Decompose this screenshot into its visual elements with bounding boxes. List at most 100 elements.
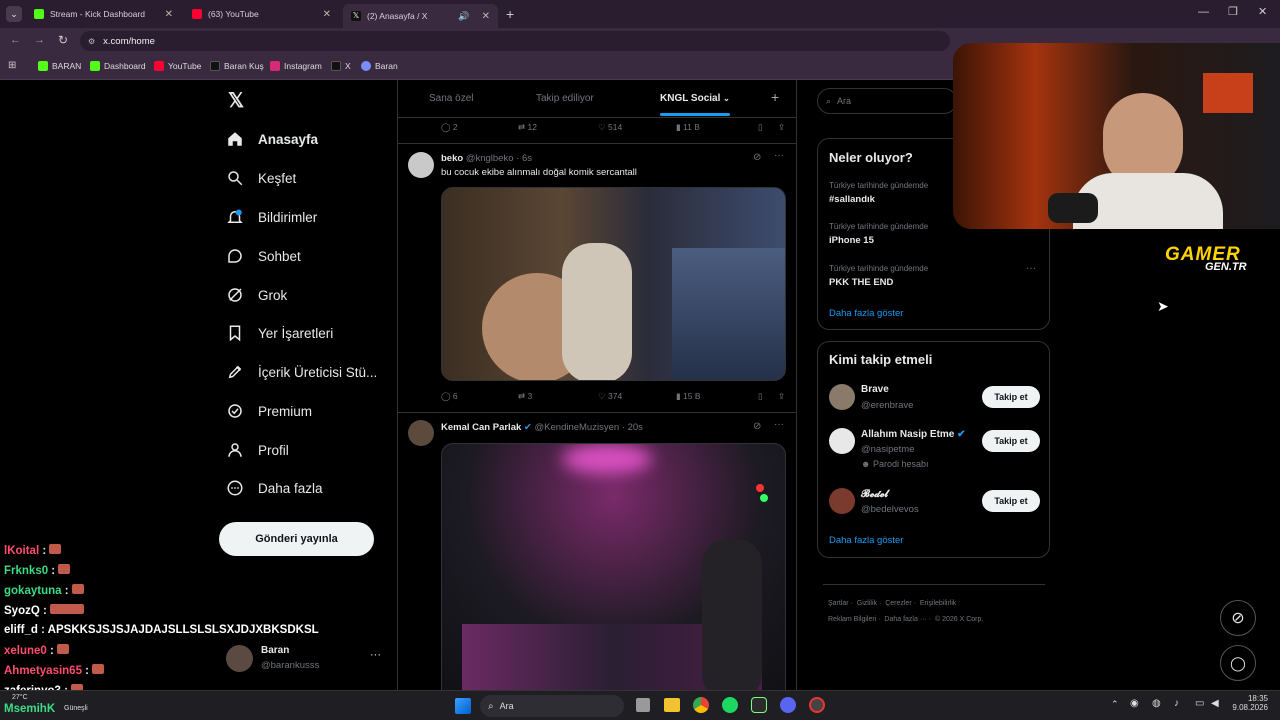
bookmark-item[interactable]: Instagram (270, 61, 322, 71)
more-icon[interactable]: ··· (774, 419, 784, 430)
share-icon[interactable]: ⇪ (778, 122, 785, 133)
tab-for-you[interactable]: Sana özel (429, 93, 473, 104)
tray-discord-icon[interactable]: ◍ (1152, 698, 1161, 709)
footer-link[interactable]: Şartlar (828, 600, 849, 607)
tab-following[interactable]: Takip ediliyor (536, 93, 594, 104)
views-button[interactable]: ▮ 15 B (676, 391, 758, 402)
volume-icon[interactable]: ◀ (1211, 698, 1219, 709)
app-icon[interactable] (751, 697, 767, 713)
footer-link[interactable]: Daha fazla ··· (884, 616, 926, 623)
bookmark-item[interactable]: Dashboard (90, 61, 146, 71)
avatar[interactable] (829, 384, 855, 410)
windows-start-icon[interactable] (455, 698, 471, 714)
sidebar-item-notifications[interactable]: Bildirimler (226, 205, 317, 229)
spotify-icon[interactable] (722, 697, 738, 713)
back-icon[interactable]: ← (10, 34, 21, 46)
bookmark-item[interactable]: BARAN (38, 61, 81, 71)
sidebar-item-bookmarks[interactable]: Yer İşaretleri (226, 321, 333, 345)
grok-icon[interactable]: ⊘ (753, 152, 761, 163)
tab-kick[interactable]: Stream - Kick Dashboard ✕ (26, 4, 181, 24)
footer-link[interactable]: Gizlilik (857, 600, 877, 607)
tray-mic-icon[interactable]: ♪ (1174, 698, 1179, 709)
tweet-author[interactable]: Kemal Can Parlak (441, 422, 521, 433)
tab-x[interactable]: 𝕏 (2) Anasayfa / X 🔊 ✕ (343, 4, 498, 28)
follow-button[interactable]: Takip et (982, 386, 1040, 408)
tab-kngl-social[interactable]: KNGL Social ⌄ (660, 93, 730, 104)
post-button[interactable]: Gönderi yayınla (219, 522, 374, 556)
sidebar-item-creator-studio[interactable]: İçerik Üreticisi Stü... (226, 360, 377, 384)
share-icon[interactable]: ⇪ (778, 391, 785, 402)
weather-widget[interactable]: 27°C (12, 694, 28, 701)
close-icon[interactable]: ✕ (323, 9, 331, 20)
follow-button[interactable]: Takip et (982, 490, 1040, 512)
more-icon[interactable]: ··· (774, 150, 784, 161)
window-close-icon[interactable]: ✕ (1258, 5, 1267, 18)
restore-icon[interactable]: ❐ (1228, 5, 1238, 18)
discord-icon[interactable] (780, 697, 796, 713)
like-button[interactable]: ♡ 514 (598, 122, 676, 133)
close-icon[interactable]: ✕ (165, 9, 173, 20)
sidebar-item-explore[interactable]: Keşfet (226, 166, 296, 190)
trend-item[interactable]: Türkiye tarihinde gündemde PKK THE END (829, 264, 928, 288)
avatar[interactable] (829, 488, 855, 514)
tab-youtube[interactable]: (63) YouTube ✕ (184, 4, 339, 24)
grok-icon[interactable]: ⊘ (753, 421, 761, 432)
account-switcher[interactable]: Baran @barankusss ··· (226, 643, 386, 675)
file-explorer-icon[interactable] (664, 698, 680, 712)
more-icon[interactable]: ··· (370, 649, 381, 661)
messages-float-icon[interactable]: ◯ (1220, 645, 1256, 681)
apps-grid-icon[interactable]: ⊞ (8, 60, 16, 71)
avatar[interactable] (829, 428, 855, 454)
chrome-icon[interactable] (693, 697, 709, 713)
repost-button[interactable]: ⇄ 12 (518, 122, 598, 133)
close-icon[interactable]: ✕ (482, 11, 490, 22)
like-button[interactable]: ♡ 374 (598, 391, 676, 402)
sidebar-item-home[interactable]: Anasayfa (226, 127, 318, 151)
obs-icon[interactable] (809, 697, 825, 713)
url-field[interactable]: ⚙ x.com/home (80, 31, 950, 51)
grok-float-icon[interactable]: ⊘ (1220, 600, 1256, 636)
speaker-icon[interactable]: 🔊 (458, 11, 469, 22)
tab-search-icon[interactable]: ⌄ (6, 6, 22, 22)
bookmark-item[interactable]: X (331, 61, 351, 71)
reply-button[interactable]: ◯ 2 (441, 122, 518, 133)
reload-icon[interactable]: ↻ (58, 33, 68, 47)
reply-button[interactable]: ◯ 6 (441, 391, 518, 402)
bookmark-icon[interactable]: ▯ (758, 391, 778, 402)
bookmark-item[interactable]: YouTube (154, 61, 201, 71)
follow-name-row[interactable]: Allahım Nasip Etme ✔ (861, 429, 966, 440)
tweet-media-image[interactable] (441, 443, 786, 690)
views-button[interactable]: ▮ 11 B (676, 122, 758, 133)
new-tab-button[interactable]: + (506, 6, 514, 22)
sidebar-item-more[interactable]: Daha fazla (226, 476, 323, 500)
follow-name[interactable]: 𝓑𝓮𝓭𝓮𝓵 (861, 489, 888, 500)
repost-button[interactable]: ⇄ 3 (518, 391, 598, 402)
tray-audio-icon[interactable]: ◉ (1130, 698, 1139, 709)
clock[interactable]: 18:35 9.08.2026 (1230, 694, 1268, 712)
search-input[interactable]: ⌕ Ara (817, 88, 957, 114)
show-more-link[interactable]: Daha fazla göster (829, 535, 903, 546)
trend-item[interactable]: Türkiye tarihinde gündemde #sallandık (829, 181, 928, 205)
avatar[interactable] (408, 152, 434, 178)
footer-link[interactable]: Çerezler (885, 600, 911, 607)
add-tab-button[interactable]: + (771, 89, 779, 105)
site-info-icon[interactable]: ⚙ (88, 37, 95, 46)
bookmark-item[interactable]: Baran (361, 61, 398, 71)
tray-chevron-icon[interactable]: ⌃ (1111, 699, 1119, 710)
bookmark-item[interactable]: Baran Kuş (210, 61, 264, 71)
tweet-author[interactable]: beko (441, 153, 463, 164)
avatar[interactable] (408, 420, 434, 446)
follow-name[interactable]: Brave (861, 384, 889, 395)
sidebar-item-profile[interactable]: Profil (226, 438, 289, 462)
forward-icon[interactable]: → (34, 34, 45, 46)
sidebar-item-grok[interactable]: Grok (226, 283, 287, 307)
trend-item[interactable]: Türkiye tarihinde gündemde iPhone 15 (829, 222, 928, 246)
footer-link[interactable]: Erişilebilirlik (920, 600, 957, 607)
minimize-icon[interactable]: — (1198, 6, 1209, 18)
bookmark-icon[interactable]: ▯ (758, 122, 778, 133)
tray-monitor-icon[interactable]: ▭ (1195, 698, 1204, 709)
more-icon[interactable]: ··· (1026, 263, 1036, 274)
footer-link[interactable]: Reklam Bilgileri (828, 616, 876, 623)
show-more-link[interactable]: Daha fazla göster (829, 308, 903, 319)
follow-button[interactable]: Takip et (982, 430, 1040, 452)
